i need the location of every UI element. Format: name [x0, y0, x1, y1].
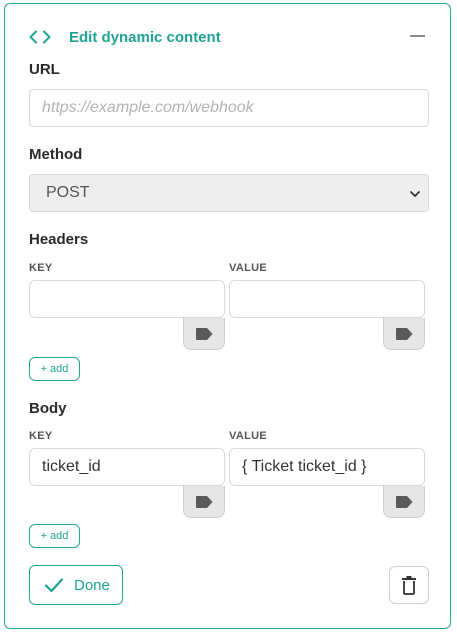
body-key-tag-button[interactable]: [183, 486, 225, 518]
headers-value-label: VALUE: [229, 262, 267, 274]
headers-value-input[interactable]: [229, 280, 425, 318]
chevron-down-icon: [408, 187, 422, 201]
delete-button[interactable]: [389, 566, 429, 604]
headers-key-tag-button[interactable]: [183, 318, 225, 350]
code-icon: [29, 27, 53, 47]
tag-icon: [196, 495, 213, 508]
body-key-label: KEY: [29, 430, 53, 442]
body-value-input[interactable]: { Ticket ticket_id }: [229, 448, 425, 486]
minus-icon: [409, 35, 425, 37]
panel-title: Edit dynamic content: [69, 28, 221, 46]
headers-key-input[interactable]: [29, 280, 225, 318]
trash-icon: [402, 576, 416, 595]
headers-key-label: KEY: [29, 262, 53, 274]
body-value-tag-button[interactable]: [383, 486, 425, 518]
headers-add-button[interactable]: + add: [29, 357, 80, 381]
method-label: Method: [29, 146, 83, 163]
done-label: Done: [74, 576, 110, 594]
check-icon: [44, 578, 64, 593]
headers-value-tag-button[interactable]: [383, 318, 425, 350]
body-add-button[interactable]: + add: [29, 524, 80, 548]
tag-icon: [196, 327, 213, 340]
headers-label: Headers: [29, 231, 89, 248]
done-button[interactable]: Done: [29, 565, 123, 605]
url-input[interactable]: [29, 89, 429, 127]
method-select[interactable]: POST: [29, 174, 429, 212]
method-selected-value: POST: [46, 184, 90, 201]
body-value-label: VALUE: [229, 430, 267, 442]
body-label: Body: [29, 400, 67, 417]
tag-icon: [396, 495, 413, 508]
panel-header: Edit dynamic content: [29, 24, 426, 50]
dynamic-content-panel: Edit dynamic content URL Method POST Hea…: [4, 3, 451, 629]
collapse-button[interactable]: [408, 27, 426, 45]
body-key-input[interactable]: ticket_id: [29, 448, 225, 486]
url-label: URL: [29, 61, 60, 78]
tag-icon: [396, 327, 413, 340]
